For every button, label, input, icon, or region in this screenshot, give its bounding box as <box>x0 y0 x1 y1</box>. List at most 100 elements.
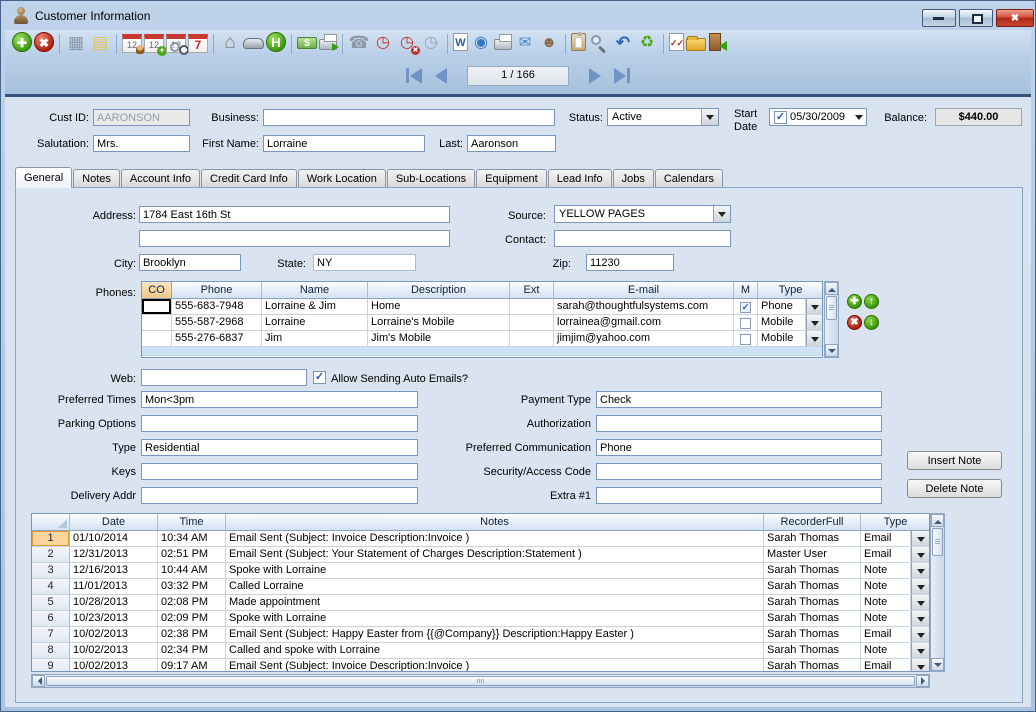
calendar-search-icon[interactable]: 12 <box>166 34 186 53</box>
alarm-icon[interactable]: ◷ <box>372 32 394 54</box>
globe-mail-icon[interactable]: ◉ <box>470 32 492 54</box>
note-type-cell[interactable]: Email <box>861 627 911 643</box>
start-date-dropdown-arrow-icon[interactable] <box>852 109 866 125</box>
clipboard-icon[interactable] <box>571 33 586 51</box>
contact-field[interactable] <box>554 230 731 247</box>
phones-scroll-thumb[interactable] <box>826 296 837 320</box>
notes-header-recorderfull[interactable]: RecorderFull <box>764 514 861 531</box>
note-recorder-cell[interactable]: Sarah Thomas <box>764 627 861 643</box>
notes-header-time[interactable]: Time <box>158 514 226 531</box>
notes-header-notes[interactable]: Notes <box>226 514 764 531</box>
tab-equipment[interactable]: Equipment <box>476 169 547 188</box>
phone-co-cell[interactable] <box>142 315 172 331</box>
phone-type-dropdown-button[interactable] <box>806 315 823 331</box>
phone-system-icon[interactable]: ☎ <box>348 32 370 54</box>
note-recorder-cell[interactable]: Sarah Thomas <box>764 595 861 611</box>
add-icon[interactable]: ✚ <box>12 32 32 52</box>
phones-scrollbar[interactable] <box>824 281 839 358</box>
address-line1-field[interactable] <box>139 206 450 223</box>
phone-name-cell[interactable]: Lorraine & Jim <box>262 299 368 315</box>
note-text-cell[interactable]: Spoke with Lorraine <box>226 563 764 579</box>
start-date-picker[interactable]: 05/30/2009 <box>769 108 867 126</box>
note-text-cell[interactable]: Email Sent (Subject: Invoice Description… <box>226 531 764 547</box>
note-type-cell[interactable]: Note <box>861 643 911 659</box>
car-icon[interactable] <box>243 38 264 49</box>
tab-notes[interactable]: Notes <box>73 169 120 188</box>
first-record-button[interactable] <box>405 67 422 85</box>
email-icon[interactable]: ✉ <box>514 32 536 54</box>
source-dropdown-arrow-icon[interactable] <box>713 206 730 222</box>
note-time-cell[interactable]: 02:09 PM <box>158 611 226 627</box>
notes-scroll-left-button[interactable] <box>32 675 45 687</box>
note-text-cell[interactable]: Made appointment <box>226 595 764 611</box>
tab-general[interactable]: General <box>15 167 72 188</box>
note-date-cell[interactable]: 12/16/2013 <box>70 563 158 579</box>
calendar-add-icon[interactable]: 12 <box>144 34 164 53</box>
notes-select-all-corner[interactable] <box>32 514 70 531</box>
phone-move-up-button[interactable]: ↑ <box>864 294 879 309</box>
phone-move-down-button[interactable]: ↓ <box>864 315 879 330</box>
home-icon[interactable]: ⌂ <box>219 32 241 54</box>
phone-co-cell[interactable] <box>142 331 172 347</box>
note-type-dropdown-button[interactable] <box>911 627 930 643</box>
note-type-dropdown-button[interactable] <box>911 547 930 563</box>
note-date-cell[interactable]: 10/02/2013 <box>70 627 158 643</box>
phone-description-cell[interactable]: Lorraine's Mobile <box>368 315 510 331</box>
note-type-cell[interactable]: Email <box>861 531 911 547</box>
field-authorization[interactable] <box>596 415 882 432</box>
notes-scrollbar[interactable] <box>930 513 945 672</box>
field-keys[interactable] <box>141 463 418 480</box>
note-time-cell[interactable]: 02:51 PM <box>158 547 226 563</box>
note-row-number-cell[interactable]: 9 <box>32 659 70 672</box>
printer-icon[interactable] <box>494 39 512 50</box>
note-recorder-cell[interactable]: Sarah Thomas <box>764 579 861 595</box>
note-row-number-cell[interactable]: 3 <box>32 563 70 579</box>
note-type-dropdown-button[interactable] <box>911 611 930 627</box>
contact-card-icon[interactable]: ☻ <box>538 32 560 54</box>
status-dropdown-arrow-icon[interactable] <box>701 109 718 125</box>
phone-name-cell[interactable]: Lorraine <box>262 315 368 331</box>
phone-delete-button[interactable]: ✖ <box>847 315 862 330</box>
start-date-checkbox[interactable] <box>774 111 787 124</box>
refresh-icon[interactable]: ♻ <box>636 32 658 54</box>
note-text-cell[interactable]: Email Sent (Subject: Your Statement of C… <box>226 547 764 563</box>
note-row-number-cell[interactable]: 2 <box>32 547 70 563</box>
file-cabinet-icon[interactable]: ▤ <box>89 32 111 54</box>
zip-field[interactable] <box>586 254 674 271</box>
last-record-button[interactable] <box>614 67 631 85</box>
title-bar[interactable]: Customer Information <box>1 1 1035 30</box>
phone-number-cell[interactable]: 555-276-6837 <box>172 331 262 347</box>
phone-description-cell[interactable]: Jim's Mobile <box>368 331 510 347</box>
clock-icon[interactable]: ◷ <box>420 32 442 54</box>
previous-record-button[interactable] <box>435 67 447 85</box>
note-type-cell[interactable]: Note <box>861 563 911 579</box>
note-date-cell[interactable]: 01/10/2014 <box>70 531 158 547</box>
phone-name-cell[interactable]: Jim <box>262 331 368 347</box>
note-date-cell[interactable]: 12/31/2013 <box>70 547 158 563</box>
note-type-dropdown-button[interactable] <box>911 643 930 659</box>
state-field[interactable] <box>313 254 416 271</box>
note-recorder-cell[interactable]: Sarah Thomas <box>764 563 861 579</box>
phones-header-type[interactable]: Type <box>758 282 823 299</box>
tab-account-info[interactable]: Account Info <box>121 169 200 188</box>
field-payment-type[interactable] <box>596 391 882 408</box>
source-dropdown[interactable]: YELLOW PAGES <box>554 205 731 223</box>
note-recorder-cell[interactable]: Master User <box>764 547 861 563</box>
allow-auto-emails-checkbox[interactable] <box>313 371 326 384</box>
note-time-cell[interactable]: 09:17 AM <box>158 659 226 672</box>
phones-header-name[interactable]: Name <box>262 282 368 299</box>
phones-scroll-down-button[interactable] <box>825 344 838 357</box>
next-record-button[interactable] <box>589 67 601 85</box>
city-field[interactable] <box>139 254 241 271</box>
close-button[interactable] <box>996 9 1034 27</box>
note-text-cell[interactable]: Email Sent (Subject: Invoice Description… <box>226 659 764 672</box>
note-date-cell[interactable]: 10/23/2013 <box>70 611 158 627</box>
status-dropdown[interactable]: Active <box>607 108 719 126</box>
business-field[interactable] <box>263 109 555 126</box>
note-recorder-cell[interactable]: Sarah Thomas <box>764 531 861 547</box>
restore-button[interactable] <box>959 9 993 27</box>
phones-header-co[interactable]: CO <box>142 282 172 299</box>
note-row-number-cell[interactable]: 5 <box>32 595 70 611</box>
phone-ext-cell[interactable] <box>510 315 554 331</box>
field-delivery-addr[interactable] <box>141 487 418 504</box>
